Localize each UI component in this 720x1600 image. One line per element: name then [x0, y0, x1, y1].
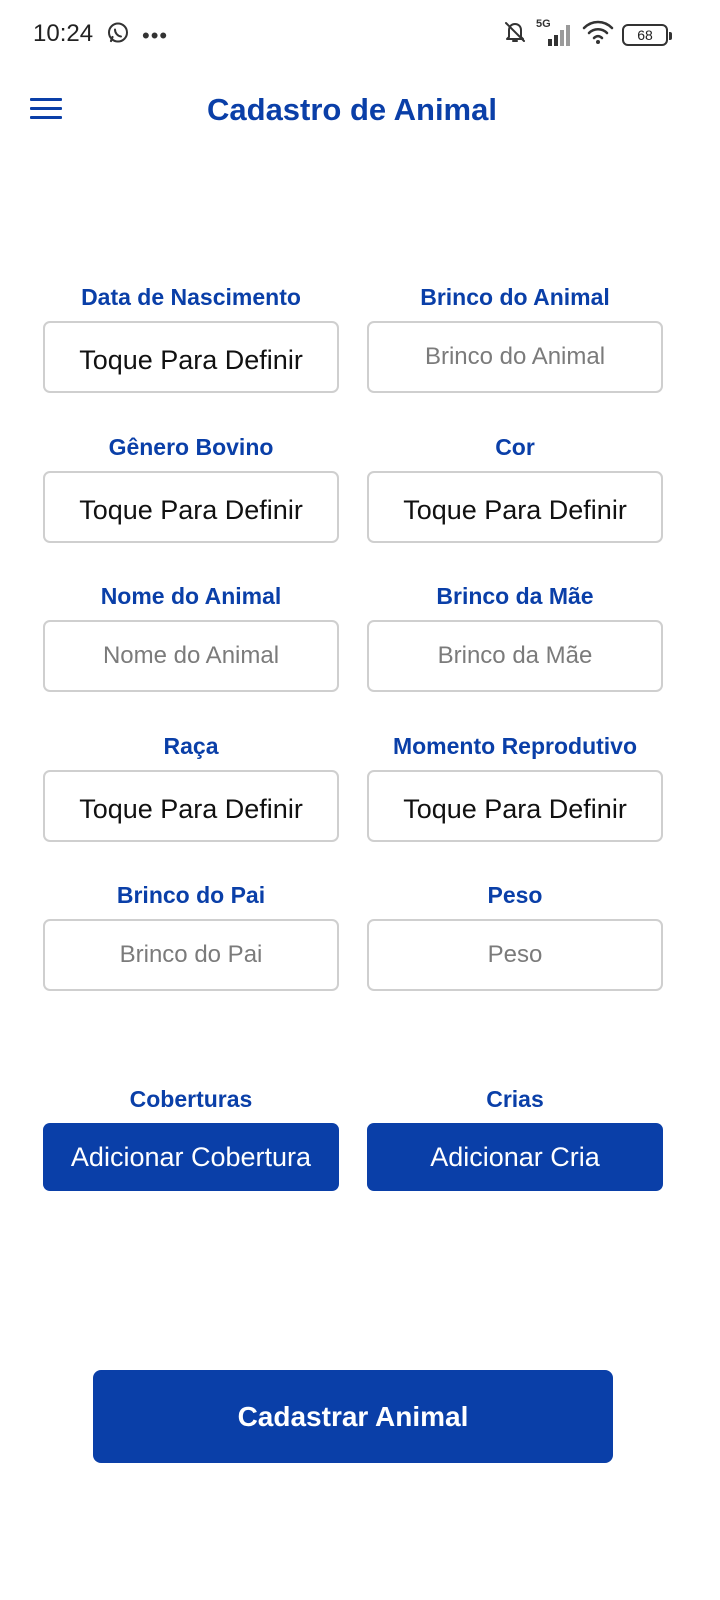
father-tag-box: [43, 919, 339, 991]
status-bar: 10:24 ••• 5G 68: [0, 0, 720, 70]
status-time: 10:24: [33, 20, 94, 47]
battery-level: 68: [637, 26, 653, 43]
reproductive-stage-label: Momento Reprodutivo: [392, 733, 638, 759]
offspring-section: Crias Adicionar Cria: [367, 1084, 663, 1191]
weight-label: Peso: [487, 882, 543, 908]
birth-date-picker[interactable]: Toque Para Definir: [43, 321, 339, 393]
gender-field: Gênero Bovino Toque Para Definir: [43, 432, 339, 543]
father-tag-field: Brinco do Pai: [43, 880, 339, 991]
animal-name-input[interactable]: [45, 622, 337, 690]
animal-name-label: Nome do Animal: [100, 583, 282, 609]
add-covering-button[interactable]: Adicionar Cobertura: [43, 1123, 339, 1191]
animal-name-field: Nome do Animal: [43, 581, 339, 692]
app-header: Cadastro de Animal: [0, 80, 720, 140]
father-tag-input[interactable]: [45, 921, 337, 989]
weight-field: Peso: [367, 880, 663, 991]
animal-tag-input[interactable]: [369, 323, 661, 391]
mother-tag-label: Brinco da Mãe: [436, 583, 594, 609]
status-system-icons: 5G 68: [502, 18, 672, 50]
gender-label: Gênero Bovino: [108, 434, 274, 460]
color-field: Cor Toque Para Definir: [367, 432, 663, 543]
birth-date-field: Data de Nascimento Toque Para Definir: [43, 282, 339, 393]
battery-icon: 68: [622, 23, 672, 46]
register-animal-button[interactable]: Cadastrar Animal: [93, 1370, 613, 1463]
mother-tag-field: Brinco da Mãe: [367, 581, 663, 692]
whatsapp-icon: [106, 21, 130, 50]
animal-tag-field: Brinco do Animal: [367, 282, 663, 393]
coverings-section: Coberturas Adicionar Cobertura: [43, 1084, 339, 1191]
cellular-signal-icon: 5G: [536, 18, 574, 48]
gender-picker[interactable]: Toque Para Definir: [43, 471, 339, 543]
weight-input[interactable]: [369, 921, 661, 989]
animal-name-box: [43, 620, 339, 692]
muted-bell-icon: [502, 19, 528, 50]
wifi-icon: [582, 19, 614, 50]
mother-tag-box: [367, 620, 663, 692]
reproductive-stage-field: Momento Reprodutivo Toque Para Definir: [367, 731, 663, 842]
offspring-label: Crias: [486, 1086, 544, 1112]
mother-tag-input[interactable]: [369, 622, 661, 690]
weight-box: [367, 919, 663, 991]
coverings-label: Coberturas: [129, 1086, 253, 1112]
father-tag-label: Brinco do Pai: [116, 882, 266, 908]
animal-tag-label: Brinco do Animal: [420, 284, 610, 310]
breed-picker[interactable]: Toque Para Definir: [43, 770, 339, 842]
status-notification-icons: •••: [106, 21, 168, 50]
screen: 10:24 ••• 5G 68 Cadastro de Animal Data …: [0, 0, 720, 1600]
animal-tag-box: [367, 321, 663, 393]
add-offspring-button[interactable]: Adicionar Cria: [367, 1123, 663, 1191]
breed-label: Raça: [163, 733, 219, 759]
color-label: Cor: [495, 434, 535, 460]
more-notifications-icon: •••: [142, 22, 169, 48]
birth-date-label: Data de Nascimento: [81, 284, 301, 310]
reproductive-stage-picker[interactable]: Toque Para Definir: [367, 770, 663, 842]
color-picker[interactable]: Toque Para Definir: [367, 471, 663, 543]
breed-field: Raça Toque Para Definir: [43, 731, 339, 842]
page-title: Cadastro de Animal: [207, 92, 497, 127]
